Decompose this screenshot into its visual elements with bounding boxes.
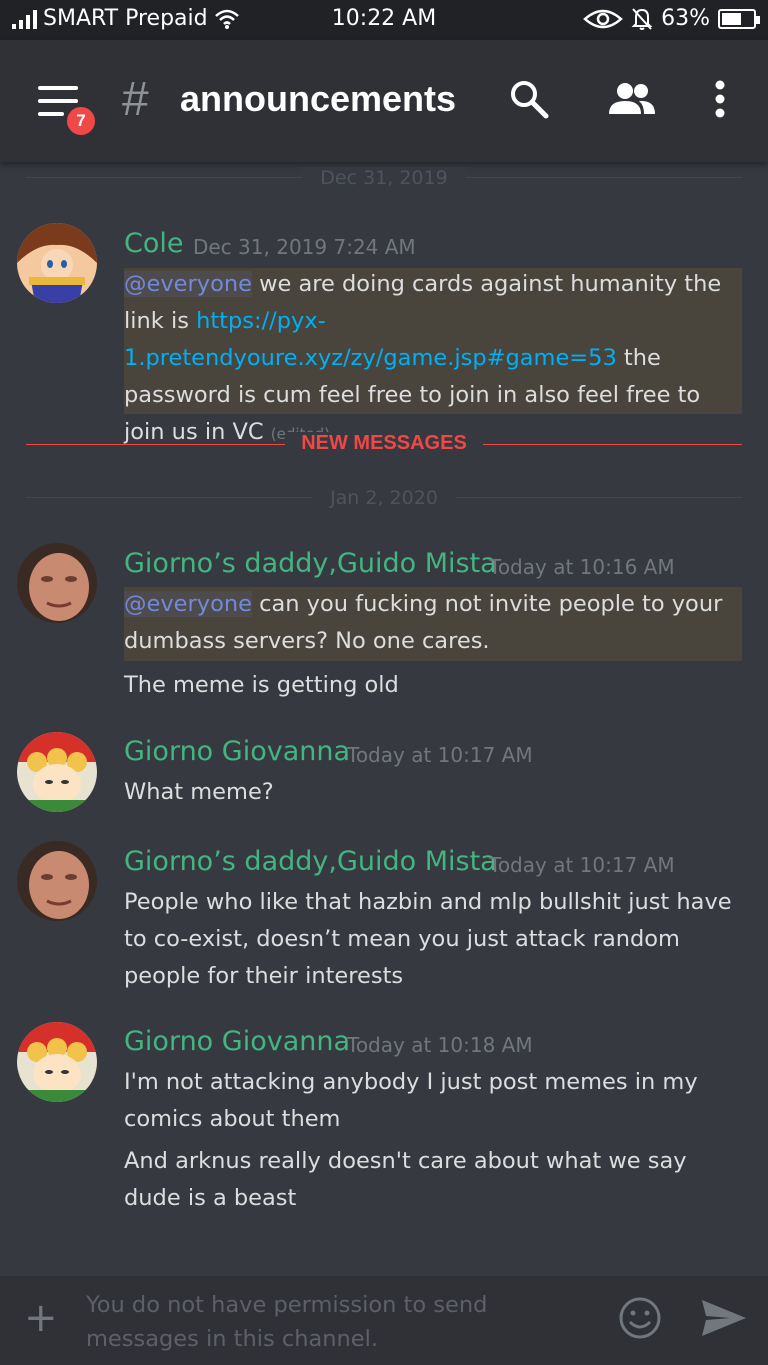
message-timestamp: Dec 31, 2019 7:24 AM <box>193 235 416 259</box>
message-content: What meme? <box>124 779 274 805</box>
unread-badge: 7 <box>64 104 98 138</box>
message-author[interactable]: Cole <box>124 228 183 259</box>
avatar[interactable] <box>17 841 97 921</box>
message-link[interactable]: https://pyx-1.pretendyoure.xyz/zy/game.j… <box>124 308 617 371</box>
mute-bell-icon <box>631 7 653 30</box>
new-messages-label: NEW MESSAGES <box>285 432 483 454</box>
message-content: I'm not attacking anybody I just post me… <box>124 1069 698 1132</box>
message-content: @everyone we are doing cards against hum… <box>124 266 742 453</box>
message-content: @everyone can you fucking not invite peo… <box>124 586 742 660</box>
members-icon[interactable] <box>606 82 658 116</box>
message-input-bar: + You do not have permission to send mes… <box>0 1276 768 1365</box>
avatar[interactable] <box>17 1022 97 1102</box>
message-content: The meme is getting old <box>124 672 399 698</box>
avatar[interactable] <box>17 223 97 303</box>
search-icon[interactable] <box>508 78 550 120</box>
message-author[interactable]: Giorno’s daddy,Guido Mista <box>124 548 497 579</box>
everyone-mention[interactable]: @everyone <box>124 271 252 297</box>
more-options-icon[interactable] <box>712 80 728 120</box>
channel-title: announcements <box>180 78 457 119</box>
channel-header: 7 # announcements <box>0 40 768 162</box>
message-timestamp: Today at 10:17 AM <box>347 743 533 767</box>
message-author[interactable]: Giorno Giovanna <box>124 1026 350 1057</box>
message-timestamp: Today at 10:16 AM <box>489 555 675 579</box>
no-permission-notice: You do not have permission to send messa… <box>86 1292 488 1352</box>
eye-icon <box>583 9 623 28</box>
date-divider: Jan 2, 2020 <box>26 487 742 509</box>
date-divider: Dec 31, 2019 <box>26 167 742 189</box>
message-content: People who like that hazbin and mlp bull… <box>124 889 732 989</box>
avatar[interactable] <box>17 543 97 623</box>
everyone-mention[interactable]: @everyone <box>124 591 252 617</box>
send-icon[interactable] <box>700 1298 748 1338</box>
message-timestamp: Today at 10:17 AM <box>489 853 675 877</box>
message-author[interactable]: Giorno Giovanna <box>124 736 350 767</box>
new-messages-divider: NEW MESSAGES <box>26 432 742 460</box>
date-divider-label: Dec 31, 2019 <box>302 167 466 189</box>
message-content: And arknus really doesn't care about wha… <box>124 1148 687 1211</box>
plus-icon[interactable]: + <box>24 1298 58 1338</box>
battery-percent: 63% <box>661 6 710 31</box>
message-timestamp: Today at 10:18 AM <box>347 1033 533 1057</box>
message-author[interactable]: Giorno’s daddy,Guido Mista <box>124 846 497 877</box>
battery-icon <box>718 8 760 29</box>
channel-hash-icon: # <box>122 73 149 126</box>
emoji-icon[interactable] <box>618 1296 662 1340</box>
date-divider-label: Jan 2, 2020 <box>312 487 456 509</box>
status-bar: SMART Prepaid 10:22 AM 63% <box>0 0 768 40</box>
avatar[interactable] <box>17 732 97 812</box>
